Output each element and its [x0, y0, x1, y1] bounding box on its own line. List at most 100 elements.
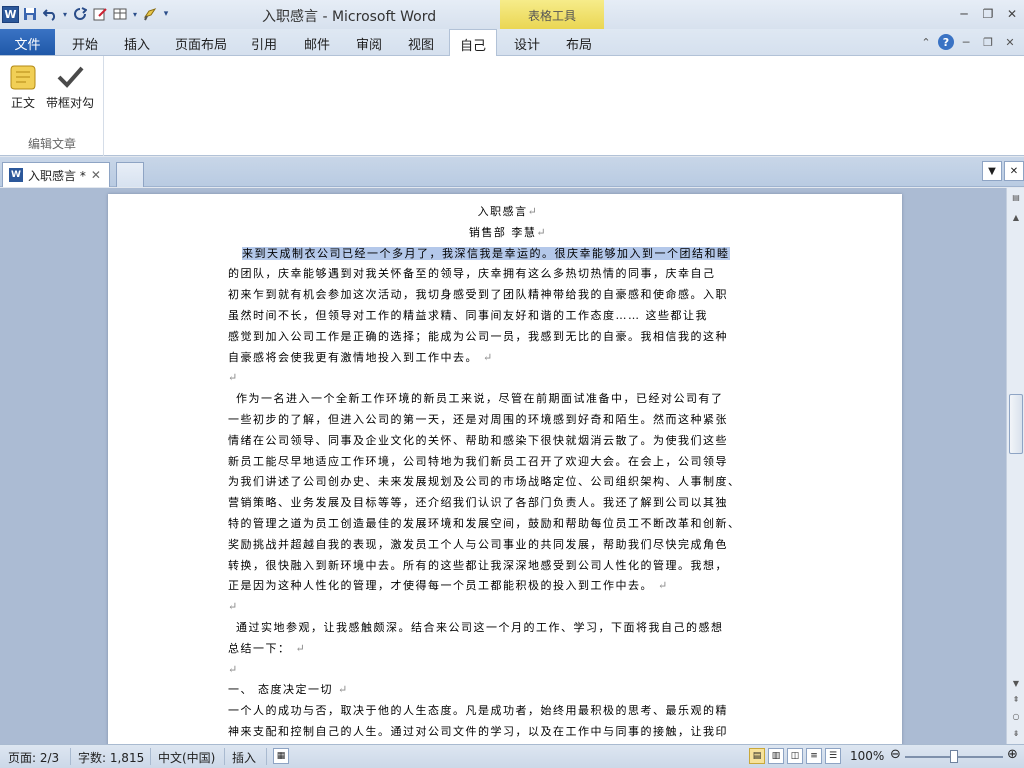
doc-line: ↵	[228, 368, 788, 389]
undo-icon[interactable]	[41, 5, 59, 23]
tab-file[interactable]: 文件	[0, 29, 55, 55]
doc-restore-icon[interactable]: ❐	[978, 32, 998, 52]
help-icon[interactable]: ?	[938, 34, 954, 50]
format-painter-icon[interactable]	[141, 5, 159, 23]
word-count[interactable]: 字数: 1,815	[78, 749, 144, 766]
zoom-in-icon[interactable]: ⊕	[1007, 747, 1018, 762]
scrollbar-thumb[interactable]	[1009, 394, 1023, 454]
edit-icon[interactable]	[91, 5, 109, 23]
document-body[interactable]: 入职感言↵ 销售部 李慧↵ 来到天成制衣公司已经一个多月了，我深信我是幸运的。很…	[228, 202, 788, 743]
web-layout-icon[interactable]: ◫	[787, 748, 803, 764]
macro-record-icon[interactable]: ▦	[273, 748, 289, 764]
tab-references[interactable]: 引用	[240, 29, 288, 55]
ribbon-group-edit-article: 正文 带框对勾 编辑文章	[0, 56, 104, 156]
tab-close-icon[interactable]: ✕	[91, 168, 101, 182]
doc-author: 销售部 李慧↵	[468, 225, 548, 239]
tab-review[interactable]: 审阅	[344, 29, 394, 55]
ribbon-group-label: 编辑文章	[27, 137, 76, 151]
tab-layout[interactable]: 布局	[554, 29, 604, 55]
restore-icon[interactable]: ❐	[976, 0, 1000, 28]
doc-line: 神来支配和控制自己的人生。通过对公司文件的学习，以及在工作中与同事的接触，让我印	[228, 724, 728, 738]
tab-custom[interactable]: 自己	[449, 29, 497, 56]
tab-home[interactable]: 开始	[60, 29, 110, 55]
doc-line: 正是因为这种人性化的管理，才使得每一个员工都能积极的投入到工作中去。 ↵	[228, 579, 669, 593]
tab-list-dropdown-icon[interactable]: ▼	[982, 161, 1002, 181]
doc-line: 奖励挑战并超越自我的表现，激发员工个人与公司事业的共同发展，帮助我们尽快完成角色	[228, 537, 728, 551]
save-icon[interactable]	[21, 5, 39, 23]
scroll-up-icon[interactable]: ▲	[1008, 210, 1024, 224]
print-layout-view-icon[interactable]: ▤	[749, 748, 765, 764]
status-separator	[150, 748, 151, 765]
outline-view-icon[interactable]: ≡	[806, 748, 822, 764]
tab-page-layout[interactable]: 页面布局	[166, 29, 236, 55]
doc-line: 虽然时间不长，但领导对工作的精益求精、同事间友好和谐的工作态度…… 这些都让我	[228, 308, 708, 322]
word-logo-icon[interactable]: W	[2, 5, 19, 23]
zoom-slider-knob[interactable]	[950, 750, 958, 763]
redo-icon[interactable]	[71, 5, 89, 23]
doc-line: 为我们讲述了公司创办史、未来发展规划及公司的市场战略定位、公司组织架构、人事制度…	[228, 475, 741, 489]
tab-view[interactable]: 视图	[396, 29, 446, 55]
daikuang-duigou-button[interactable]: 带框对勾	[46, 60, 94, 111]
dropdown-arrow-icon[interactable]: ▾	[131, 5, 139, 23]
zhengwen-button-label: 正文	[10, 96, 35, 110]
previous-page-icon[interactable]: ⇞	[1008, 692, 1024, 706]
paragraph-mark: ↵	[333, 683, 349, 697]
doc-line: 一、 态度决定一切 ↵	[228, 683, 349, 697]
doc-line: 转换，很快融入到新环境中去。所有的这些都让我深深地感受到公司人性化的管理。我想，	[228, 558, 728, 572]
insert-mode-indicator[interactable]: 插入	[232, 749, 256, 766]
checkmark-icon	[53, 60, 87, 94]
doc-line: 自豪感将会使我更有激情地投入到工作中去。 ↵	[228, 350, 494, 364]
select-browse-object-icon[interactable]: ○	[1008, 709, 1024, 723]
full-screen-reading-icon[interactable]: ▥	[768, 748, 784, 764]
status-separator	[70, 748, 71, 765]
new-tab-button[interactable]	[116, 162, 144, 187]
table-icon[interactable]	[111, 5, 129, 23]
customize-qat-icon[interactable]: ▾	[161, 5, 171, 23]
document-area: 入职感言↵ 销售部 李慧↵ 来到天成制衣公司已经一个多月了，我深信我是幸运的。很…	[0, 188, 1006, 744]
doc-line: 总结一下： ↵	[228, 641, 307, 655]
dropdown-arrow-icon[interactable]: ▾	[61, 5, 69, 23]
ribbon-collapse-icon[interactable]: ⌃	[916, 32, 936, 52]
paragraph-mark: ↵	[653, 579, 669, 593]
ribbon-tab-row: 文件 开始 插入 页面布局 引用 邮件 审阅 视图 自己 设计 布局 ⌃ ? ─…	[0, 29, 1024, 56]
minimize-icon[interactable]: ─	[952, 0, 976, 28]
document-tab[interactable]: W 入职感言 * ✕	[2, 162, 110, 187]
close-icon[interactable]: ✕	[1000, 0, 1024, 28]
ruler-toggle-icon[interactable]: ▤	[1008, 190, 1024, 204]
doc-line: ↵	[228, 660, 788, 681]
doc-line: 情绪在公司领导、同事及企业文化的关怀、帮助和感染下很快就烟消云散了。为使我们这些	[228, 433, 728, 447]
page-indicator[interactable]: 页面: 2/3	[8, 749, 59, 766]
document-tab-bar: W 入职感言 * ✕ ▼ ✕	[0, 157, 1024, 187]
close-all-tabs-icon[interactable]: ✕	[1004, 161, 1024, 181]
doc-line: 作为一名进入一个全新工作环境的新员工来说，尽管在前期面试准备中，已经对公司有了	[236, 392, 724, 406]
doc-line: 新员工能尽早地适应工作环境，公司特地为我们新员工召开了欢迎大会。在会上，公司领导	[228, 454, 728, 468]
zoom-out-icon[interactable]: ⊖	[890, 747, 901, 762]
quick-access-toolbar: W ▾ ▾ ▾	[2, 4, 171, 24]
tab-insert[interactable]: 插入	[112, 29, 162, 55]
title-bar: W ▾ ▾ ▾ 入职感言 - Microsoft Word 表格工具 ─ ❐ ✕	[0, 0, 1024, 29]
tab-mailings[interactable]: 邮件	[292, 29, 342, 55]
doc-line: ↵	[228, 597, 788, 618]
window-controls: ─ ❐ ✕	[952, 0, 1024, 28]
doc-line: 通过实地参观，让我感触颇深。结合来公司这一个月的工作、学习，下面将我自己的感想	[236, 620, 724, 634]
language-indicator[interactable]: 中文(中国)	[158, 749, 215, 766]
vertical-scrollbar[interactable]: ▤ ▲ ▼ ⇞ ○ ⇟	[1006, 188, 1024, 744]
doc-line: 营销策略、业务发展及目标等等，还介绍我们认识了各部门负责人。我还了解到公司以其独	[228, 496, 728, 510]
doc-line: 一个人的成功与否，取决于他的人生态度。凡是成功者，始终用最积极的思考、最乐观的精	[228, 704, 728, 718]
document-page[interactable]: 入职感言↵ 销售部 李慧↵ 来到天成制衣公司已经一个多月了，我深信我是幸运的。很…	[108, 194, 902, 744]
zoom-level[interactable]: 100%	[850, 749, 884, 763]
window-title: 入职感言 - Microsoft Word	[262, 9, 437, 25]
doc-line: 特的管理之道为员工创造最佳的发展环境和发展空间，鼓励和帮助每位员工不断改革和创新…	[228, 516, 741, 530]
document-tab-controls: ▼ ✕	[982, 161, 1024, 181]
doc-minimize-icon[interactable]: ─	[956, 32, 976, 52]
status-bar: 页面: 2/3 字数: 1,815 中文(中国) 插入 ▦ ▤ ▥ ◫ ≡ ☰ …	[0, 744, 1024, 768]
next-page-icon[interactable]: ⇟	[1008, 726, 1024, 740]
doc-close-icon[interactable]: ✕	[1000, 32, 1020, 52]
tab-design[interactable]: 设计	[502, 29, 552, 55]
doc-paragraphs: 来到天成制衣公司已经一个多月了，我深信我是幸运的。很庆幸能够加入到一个团结和睦的…	[228, 244, 788, 743]
ribbon-right-controls: ⌃ ? ─ ❐ ✕	[916, 29, 1024, 55]
zhengwen-button[interactable]: 正文	[6, 60, 40, 111]
ribbon: 正文 带框对勾 编辑文章	[0, 56, 1024, 156]
scroll-down-icon[interactable]: ▼	[1008, 676, 1024, 690]
draft-view-icon[interactable]: ☰	[825, 748, 841, 764]
